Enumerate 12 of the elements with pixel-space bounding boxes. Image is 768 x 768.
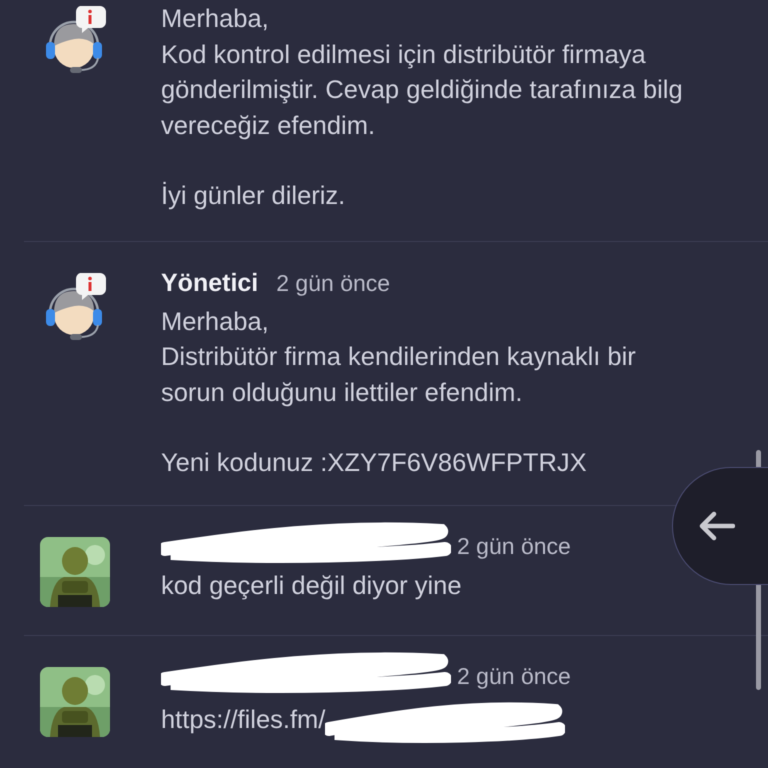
- message-time: 2 gün önce: [276, 270, 390, 296]
- message-text: İyi günler dileriz.: [161, 180, 346, 212]
- message-text: Merhaba, Distribütör firma kendilerinden kaynaklı bir sorun olduğunu ilettiler efendim.: [161, 306, 637, 408]
- message-text: Merhaba, Kod kontrol edilmesi için distribütör firmaya gönderilmiştir. Cevap geldiğinde tarafınıza bilg vereceğiz efendim.: [161, 4, 684, 142]
- author-name: Yönetici: [161, 268, 258, 298]
- arrow-left-icon: [699, 511, 735, 541]
- message-time: 2 gün önce: [457, 662, 571, 690]
- back-button[interactable]: [672, 467, 768, 585]
- message-text: Yeni kodunuz :XZY7F6V86WFPTRJX: [161, 448, 588, 479]
- message-time: 2 gün önce: [457, 532, 571, 560]
- message-text: kod geçerli değil diyor yine: [161, 570, 462, 602]
- message-link[interactable]: https://files.fm/: [161, 702, 326, 738]
